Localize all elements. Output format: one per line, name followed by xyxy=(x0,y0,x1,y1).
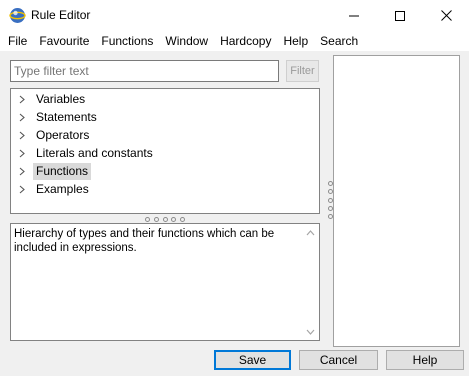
grip-dot-icon xyxy=(171,216,177,222)
filter-input[interactable] xyxy=(10,60,279,82)
help-button[interactable]: Help xyxy=(386,350,464,370)
chevron-right-icon[interactable] xyxy=(16,108,28,126)
grip-dot-icon xyxy=(327,214,333,219)
tree-item-examples[interactable]: Examples xyxy=(16,180,92,198)
tree-item-functions[interactable]: Functions xyxy=(16,162,92,180)
grip-dot-icon xyxy=(327,189,333,195)
description-scrollbar[interactable] xyxy=(302,224,319,340)
menu-hardcopy[interactable]: Hardcopy xyxy=(214,31,277,51)
menu-favourite[interactable]: Favourite xyxy=(33,31,95,51)
chevron-right-icon[interactable] xyxy=(16,90,28,108)
menu-functions[interactable]: Functions xyxy=(95,31,159,51)
tree-item-label: Examples xyxy=(36,181,89,196)
description-panel[interactable]: Hierarchy of types and their functions w… xyxy=(10,223,320,341)
cancel-button[interactable]: Cancel xyxy=(299,350,378,370)
save-button[interactable]: Save xyxy=(214,350,291,370)
tree-item-variables[interactable]: Variables xyxy=(16,90,88,108)
description-text: Hierarchy of types and their functions w… xyxy=(14,228,275,254)
tree-item-label: Operators xyxy=(36,127,90,142)
chevron-right-icon[interactable] xyxy=(16,144,28,162)
maximize-button[interactable] xyxy=(377,0,423,31)
preview-panel[interactable] xyxy=(333,55,460,347)
menu-bar: File Favourite Functions Window Hardcopy… xyxy=(0,31,469,51)
tree-item-statements[interactable]: Statements xyxy=(16,108,100,126)
grip-dot-icon xyxy=(145,216,150,222)
grip-dot-icon xyxy=(153,216,159,222)
scroll-down-icon[interactable] xyxy=(302,323,319,340)
grip-dot-icon xyxy=(327,181,333,186)
grip-dot-icon xyxy=(162,216,168,222)
scroll-up-icon[interactable] xyxy=(302,224,319,241)
tree-item-label: Literals and constants xyxy=(36,145,153,160)
menu-window[interactable]: Window xyxy=(159,31,214,51)
filter-button[interactable]: Filter xyxy=(286,60,319,82)
minimize-icon xyxy=(349,11,359,21)
chevron-right-icon[interactable] xyxy=(16,126,28,144)
tree-item-label: Functions xyxy=(33,162,92,180)
eclipse-globe-icon xyxy=(9,7,26,24)
grip-dot-icon xyxy=(327,197,333,203)
menu-help[interactable]: Help xyxy=(277,31,314,51)
tree-item-label: Statements xyxy=(36,109,97,124)
close-button[interactable] xyxy=(423,0,469,31)
maximize-icon xyxy=(395,10,405,21)
type-tree: Variables Statements Operators Literals … xyxy=(10,88,320,214)
grip-dot-icon xyxy=(327,205,333,211)
chevron-right-icon[interactable] xyxy=(16,162,28,180)
horizontal-sash-handle[interactable] xyxy=(145,215,185,223)
menu-search[interactable]: Search xyxy=(314,31,364,51)
tree-item-label: Variables xyxy=(36,91,86,106)
tree-item-literals[interactable]: Literals and constants xyxy=(16,144,156,162)
minimize-button[interactable] xyxy=(331,0,377,31)
menu-file[interactable]: File xyxy=(2,31,33,51)
chevron-right-icon[interactable] xyxy=(16,180,28,198)
grip-dot-icon xyxy=(180,216,185,222)
tree-item-operators[interactable]: Operators xyxy=(16,126,92,144)
window-title: Rule Editor xyxy=(31,8,91,22)
close-icon xyxy=(440,10,452,21)
